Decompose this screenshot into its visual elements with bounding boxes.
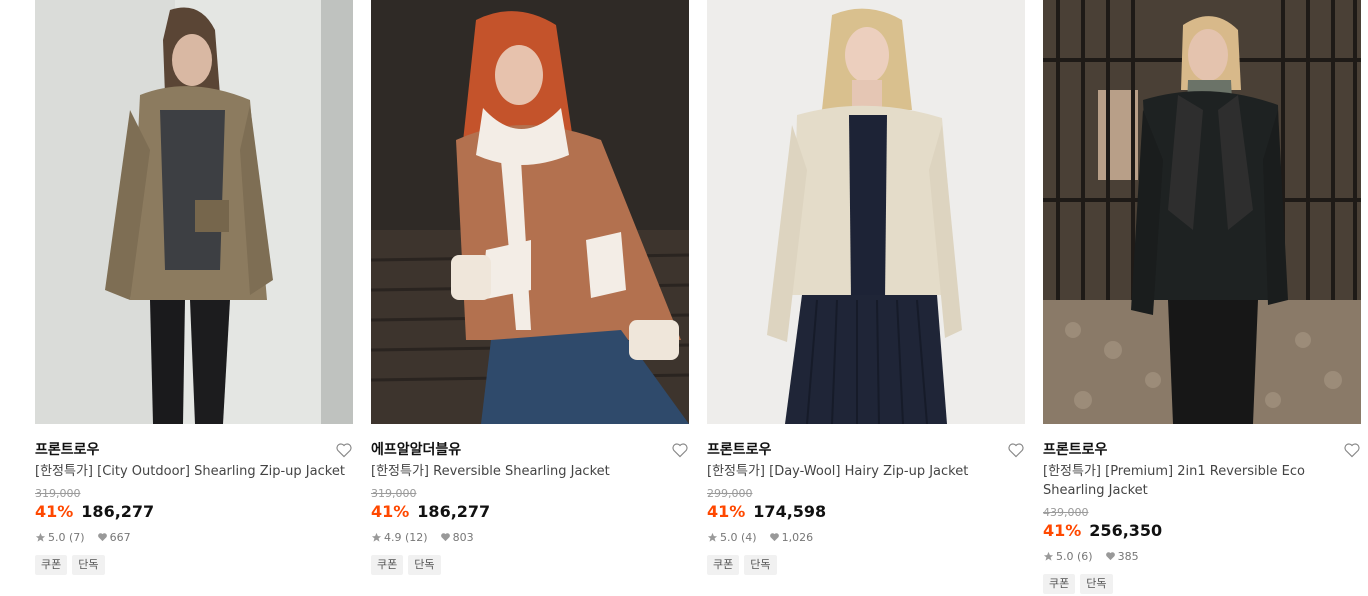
brand-name[interactable]: 프론트로우	[1043, 441, 1361, 459]
brand-name[interactable]: 에프알알더블유	[371, 441, 689, 459]
rating: 5.0 (7)	[35, 531, 85, 544]
sale-price: 174,598	[753, 502, 827, 521]
review-count: (4)	[741, 530, 757, 544]
original-price: 319,000	[371, 487, 417, 500]
badge-exclusive: 단독	[1080, 574, 1113, 594]
product-image[interactable]	[371, 0, 689, 424]
product-card[interactable]: 프론트로우 [한정특가] [Day-Wool] Hairy Zip-up Jac…	[707, 0, 1025, 575]
heart-filled-icon	[1105, 552, 1115, 561]
product-card[interactable]: 프론트로우 [한정특가] [City Outdoor] Shearling Zi…	[35, 0, 353, 575]
star-icon	[371, 532, 382, 542]
original-price: 319,000	[35, 487, 81, 500]
product-title[interactable]: [한정특가] [City Outdoor] Shearling Zip-up J…	[35, 462, 355, 481]
likes: 385	[1105, 550, 1139, 563]
original-price: 439,000	[1043, 506, 1089, 519]
product-photo	[35, 0, 353, 424]
rating: 5.0 (6)	[1043, 550, 1093, 563]
star-icon	[35, 532, 46, 542]
original-price: 299,000	[707, 487, 753, 500]
product-photo	[371, 0, 689, 424]
like-count: 1,026	[781, 530, 814, 544]
product-card[interactable]: 프론트로우 [한정특가] [Premium] 2in1 Reversible E…	[1043, 0, 1361, 594]
product-title[interactable]: [한정특가] [Premium] 2in1 Reversible Eco She…	[1043, 462, 1363, 500]
product-photo	[707, 0, 1025, 424]
badge-exclusive: 단독	[408, 555, 441, 575]
star-icon	[1043, 551, 1054, 561]
heart-filled-icon	[769, 533, 779, 542]
brand-name[interactable]: 프론트로우	[707, 441, 1025, 459]
rating-value: 5.0	[720, 530, 738, 544]
product-title[interactable]: [한정특가] [Day-Wool] Hairy Zip-up Jacket	[707, 462, 1027, 481]
star-icon	[707, 532, 718, 542]
discount-rate: 41%	[35, 502, 74, 521]
rating-value: 4.9	[384, 530, 402, 544]
heart-filled-icon	[440, 533, 450, 542]
heart-outline-icon[interactable]	[1343, 442, 1361, 458]
discount-rate: 41%	[371, 502, 410, 521]
product-title[interactable]: [한정특가] Reversible Shearling Jacket	[371, 462, 691, 481]
like-count: 667	[109, 530, 131, 544]
product-image[interactable]	[1043, 0, 1361, 424]
discount-rate: 41%	[1043, 521, 1082, 540]
product-image[interactable]	[707, 0, 1025, 424]
like-count: 385	[1117, 549, 1139, 563]
heart-outline-icon[interactable]	[1007, 442, 1025, 458]
rating-value: 5.0	[1056, 549, 1074, 563]
sale-price: 256,350	[1089, 521, 1163, 540]
heart-outline-icon[interactable]	[335, 442, 353, 458]
badge-coupon: 쿠폰	[1043, 574, 1076, 594]
like-count: 803	[452, 530, 474, 544]
review-count: (6)	[1077, 549, 1093, 563]
product-card[interactable]: 에프알알더블유 [한정특가] Reversible Shearling Jack…	[371, 0, 689, 575]
badge-exclusive: 단독	[72, 555, 105, 575]
review-count: (12)	[405, 530, 428, 544]
discount-rate: 41%	[707, 502, 746, 521]
badge-coupon: 쿠폰	[35, 555, 68, 575]
review-count: (7)	[69, 530, 85, 544]
rating: 5.0 (4)	[707, 531, 757, 544]
badge-exclusive: 단독	[744, 555, 777, 575]
heart-filled-icon	[97, 533, 107, 542]
rating-value: 5.0	[48, 530, 66, 544]
sale-price: 186,277	[81, 502, 155, 521]
rating: 4.9 (12)	[371, 531, 428, 544]
likes: 1,026	[769, 530, 814, 544]
product-photo	[1043, 0, 1361, 424]
sale-price: 186,277	[417, 502, 491, 521]
brand-name[interactable]: 프론트로우	[35, 441, 353, 459]
badge-coupon: 쿠폰	[707, 555, 740, 575]
likes: 667	[97, 531, 131, 544]
product-image[interactable]	[35, 0, 353, 424]
likes: 803	[440, 531, 474, 544]
badge-coupon: 쿠폰	[371, 555, 404, 575]
heart-outline-icon[interactable]	[671, 442, 689, 458]
